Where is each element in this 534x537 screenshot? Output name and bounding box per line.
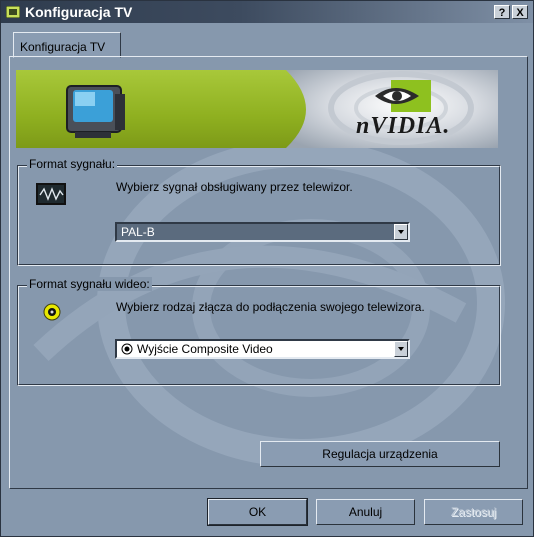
device-settings-button[interactable]: Regulacja urządzenia <box>260 441 500 467</box>
signal-format-dropdown[interactable]: PAL-B <box>115 222 410 242</box>
close-button[interactable]: X <box>512 5 528 19</box>
chevron-down-icon[interactable] <box>394 224 408 240</box>
video-connector-dropdown[interactable]: Wyjście Composite Video <box>115 339 410 359</box>
signal-description: Wybierz sygnał obsługiwany przez telewiz… <box>116 180 353 194</box>
tab-konfiguracja-tv[interactable]: Konfiguracja TV <box>13 32 121 58</box>
ok-button[interactable]: OK <box>207 498 308 526</box>
app-icon <box>6 6 20 18</box>
brand-wordmark: nVIDIA. <box>356 113 451 139</box>
television-icon <box>66 85 125 138</box>
signal-format-title: Format sygnału: <box>27 157 118 171</box>
window-title: Konfiguracja TV <box>25 4 133 20</box>
title-bar[interactable]: Konfiguracja TV ? X <box>1 1 533 23</box>
dialog-window: Konfiguracja TV ? X Konfiguracja TV nVID… <box>0 0 534 537</box>
cancel-button[interactable]: Anuluj <box>316 499 415 525</box>
waveform-icon <box>36 183 66 205</box>
video-format-title: Format sygnału wideo: <box>27 277 152 291</box>
video-connector-value: Wyjście Composite Video <box>137 342 273 356</box>
signal-format-value: PAL-B <box>121 225 155 239</box>
apply-button[interactable]: Zastosuj <box>424 499 523 525</box>
composite-connector-icon <box>43 303 61 321</box>
chevron-down-icon[interactable] <box>394 341 408 357</box>
help-button[interactable]: ? <box>494 5 510 19</box>
tab-label: Konfiguracja TV <box>20 40 106 54</box>
video-description: Wybierz rodzaj złącza do podłączenia swo… <box>116 300 425 314</box>
nvidia-eye-logo-icon <box>375 80 431 112</box>
connector-bullet-icon <box>121 343 133 355</box>
